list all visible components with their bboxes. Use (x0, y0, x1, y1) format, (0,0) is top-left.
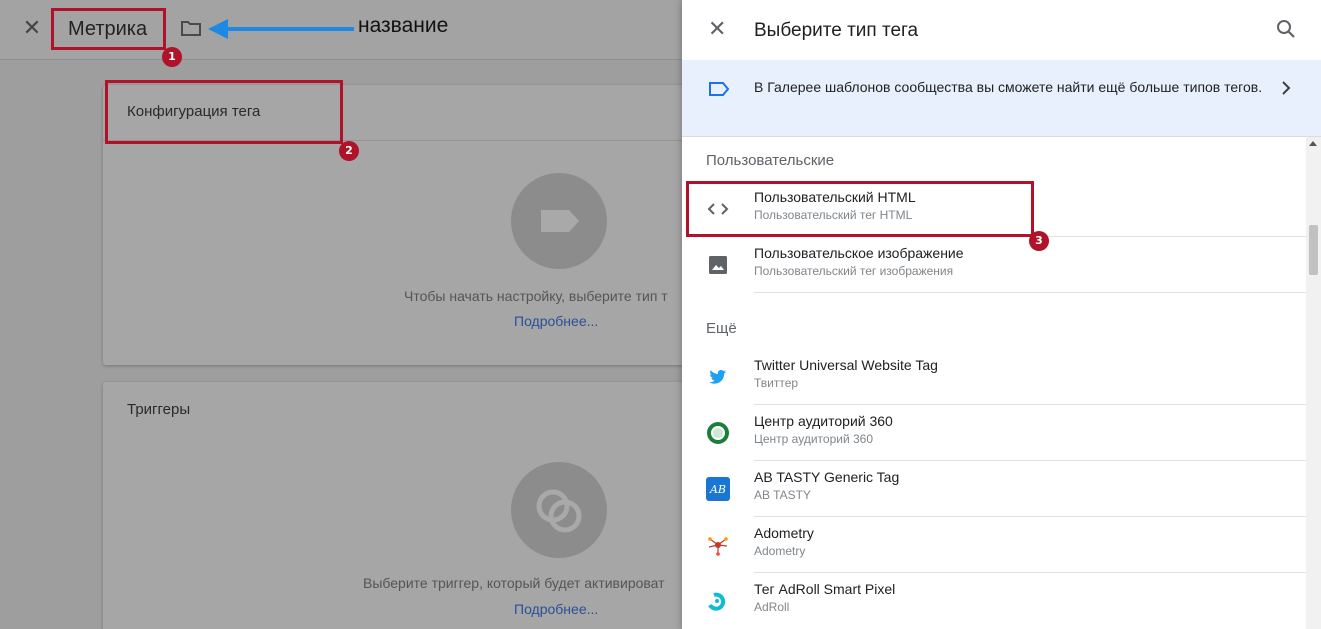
trigger-placeholder-icon[interactable] (511, 462, 607, 558)
item-title: AB TASTY Generic Tag (754, 469, 900, 485)
scroll-thumb[interactable] (1309, 225, 1318, 275)
ab-tasty-icon: AB (704, 475, 732, 503)
scroll-up-icon[interactable] (1309, 141, 1317, 146)
annotation-label: название (358, 14, 449, 37)
editor-close-icon[interactable]: ✕ (22, 17, 42, 39)
section-more-heading: Ещё (706, 320, 737, 337)
card-hint: Чтобы начать настройку, выберите тип т (404, 288, 668, 304)
drawer-close-icon[interactable]: ✕ (708, 18, 726, 40)
adroll-icon (704, 587, 732, 615)
tag-type-item-audience-center[interactable]: Центр аудиторий 360 Центр аудиторий 360 (682, 405, 1306, 461)
item-title: Пользовательское изображение (754, 245, 964, 261)
tag-editor-overlay: ✕ Метрика название 1 Конфигурация тега Ч… (0, 0, 682, 629)
drawer-title: Выберите тип тега (754, 20, 919, 41)
annotation-arrow-icon (208, 19, 354, 39)
item-subtitle: Центр аудиторий 360 (754, 432, 873, 446)
item-subtitle: AB TASTY (754, 488, 811, 502)
tag-type-item-ab-tasty[interactable]: AB AB TASTY Generic Tag AB TASTY (682, 461, 1306, 517)
tag-outline-icon (708, 80, 730, 103)
step-badge-3: 3 (1029, 231, 1049, 251)
highlight-box-1 (51, 8, 166, 50)
audience-center-icon (704, 419, 732, 447)
twitter-icon (704, 363, 732, 391)
item-subtitle: Твиттер (754, 376, 799, 390)
learn-more-link[interactable]: Подробнее... (514, 601, 598, 617)
step-badge-2: 2 (339, 141, 359, 161)
step-badge-1: 1 (162, 47, 182, 67)
search-icon[interactable] (1276, 19, 1296, 44)
drawer-scrollbar[interactable] (1306, 137, 1321, 629)
item-subtitle: AdRoll (754, 600, 790, 614)
card-hint: Выберите триггер, который будет активиро… (363, 575, 665, 591)
drawer-header: ✕ Выберите тип тега (682, 0, 1321, 60)
highlight-box-3 (686, 181, 1034, 237)
item-title: Twitter Universal Website Tag (754, 357, 938, 373)
tag-type-item-custom-image[interactable]: Пользовательское изображение Пользовател… (682, 237, 1306, 293)
tag-placeholder-icon[interactable] (511, 173, 607, 269)
highlight-box-2 (105, 80, 343, 144)
section-custom-heading: Пользовательские (706, 152, 835, 169)
item-subtitle: Adometry (754, 544, 806, 558)
item-subtitle: Пользовательский тег изображения (754, 264, 954, 278)
image-icon (704, 251, 732, 279)
item-title: Тег AdRoll Smart Pixel (754, 581, 896, 597)
triggers-card[interactable]: Триггеры Выберите триггер, который будет… (103, 382, 682, 629)
community-gallery-banner[interactable]: В Галерее шаблонов сообщества вы сможете… (682, 60, 1321, 137)
card-title: Триггеры (127, 401, 191, 418)
item-divider (754, 292, 1306, 293)
tag-type-item-adometry[interactable]: Adometry Adometry (682, 517, 1306, 573)
learn-more-link[interactable]: Подробнее... (514, 313, 598, 329)
banner-text: В Галерее шаблонов сообщества вы сможете… (754, 79, 1263, 95)
tag-type-item-adroll[interactable]: Тег AdRoll Smart Pixel AdRoll (682, 573, 1306, 629)
item-title: Adometry (754, 525, 814, 541)
item-title: Центр аудиторий 360 (754, 413, 893, 429)
folder-icon[interactable] (180, 18, 202, 43)
tag-type-item-twitter[interactable]: Twitter Universal Website Tag Твиттер (682, 349, 1306, 405)
chevron-right-icon[interactable] (1280, 80, 1292, 101)
tag-type-drawer: ✕ Выберите тип тега В Галерее шаблонов с… (682, 0, 1321, 629)
adometry-icon (704, 531, 732, 559)
svg-text:AB: AB (709, 483, 726, 496)
